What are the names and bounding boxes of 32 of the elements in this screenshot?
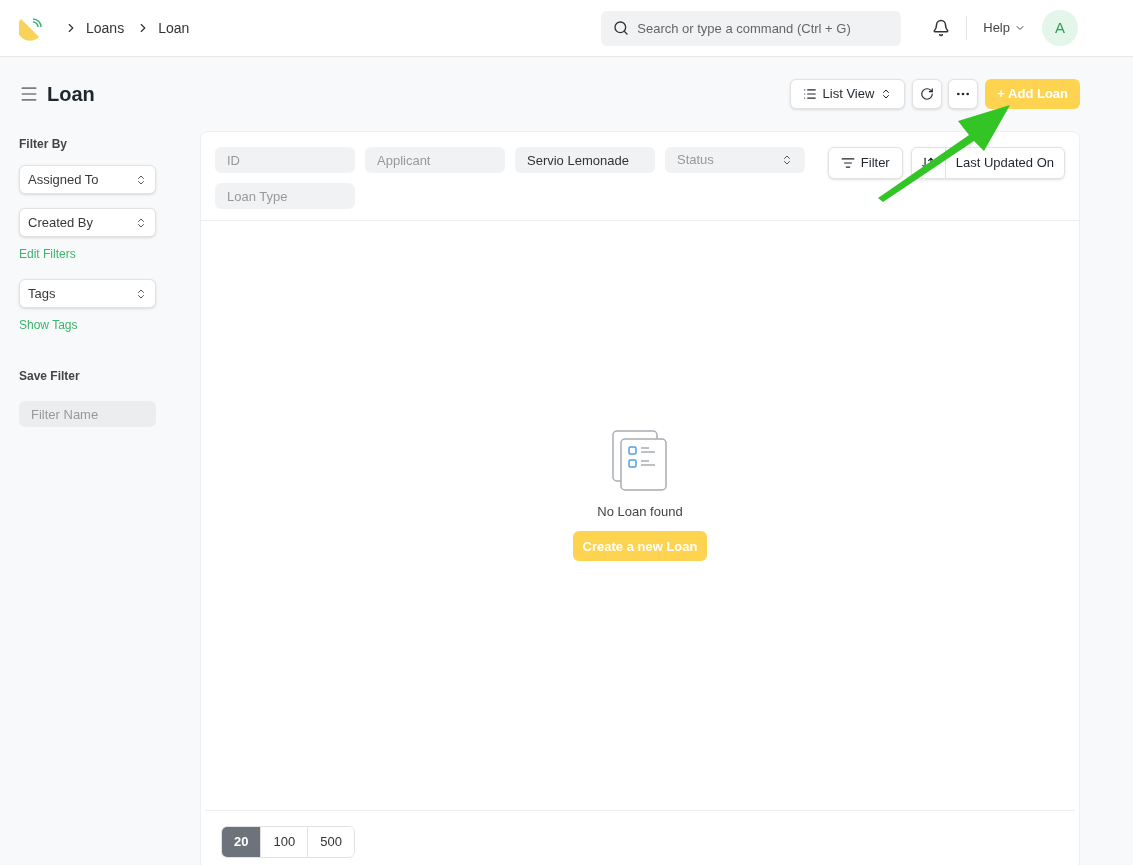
sidebar-filter-select[interactable]: Assigned To (19, 165, 156, 194)
sidebar-filter-select[interactable]: Created By (19, 208, 156, 237)
filter-name-field[interactable]: Filter Name (19, 401, 156, 427)
help-menu[interactable]: Help (983, 18, 1026, 38)
filter-icon (840, 156, 855, 170)
page-title: Loan (47, 82, 95, 107)
save-filter-heading: Save Filter (19, 368, 81, 385)
tags-select[interactable]: Tags (19, 279, 156, 308)
updown-icon (135, 216, 147, 229)
empty-message: No Loan found (597, 502, 683, 521)
refresh-icon (920, 87, 935, 101)
menu-icon[interactable] (19, 84, 39, 104)
filter-field[interactable]: Servio Lemonade (515, 147, 655, 173)
search-icon (613, 19, 630, 36)
filter-field[interactable]: Applicant (365, 147, 505, 173)
search-field[interactable]: Search or type a command (Ctrl + G) (601, 10, 902, 46)
updown-icon (135, 173, 147, 186)
filter-by-heading: Filter By (19, 136, 68, 153)
filter-button[interactable]: Filter (827, 147, 903, 179)
lemon-logo-icon[interactable] (19, 15, 44, 41)
list-icon (802, 87, 817, 101)
breadcrumb-link[interactable]: Loans (86, 17, 125, 39)
refresh-button[interactable] (912, 79, 943, 109)
notification-bell-icon[interactable] (932, 19, 951, 37)
breadcrumb-link[interactable]: Loan (158, 17, 190, 39)
filter-field[interactable]: Loan Type (215, 183, 355, 209)
page-size-button[interactable]: 20 (222, 827, 262, 857)
list-view-button[interactable]: List View (789, 79, 906, 109)
updown-icon (135, 287, 147, 300)
empty-list-icon (612, 429, 668, 492)
filter-field[interactable]: ID (215, 147, 355, 173)
updown-icon (781, 154, 793, 166)
